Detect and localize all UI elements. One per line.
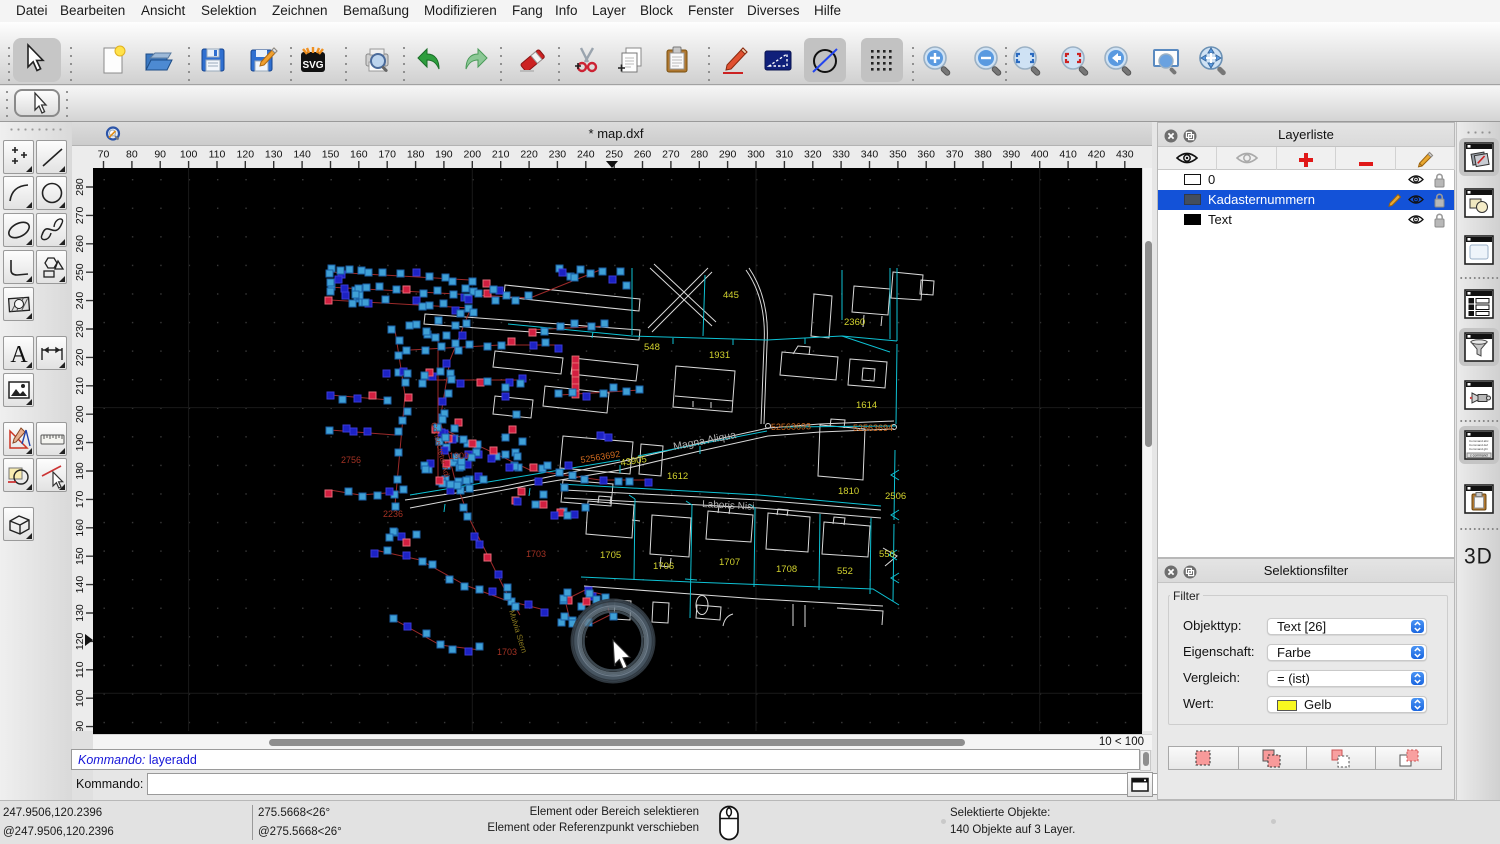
svg-text:430: 430 [1116, 149, 1134, 161]
svg-text:150: 150 [322, 149, 340, 161]
svg-text:70: 70 [98, 149, 110, 161]
svg-text:180: 180 [407, 149, 425, 161]
svg-text:290: 290 [719, 149, 737, 161]
svg-text:548: 548 [644, 342, 660, 353]
svg-text:190: 190 [74, 434, 86, 452]
svg-text:270: 270 [662, 149, 680, 161]
svg-text:2506: 2506 [885, 491, 906, 502]
svg-text:320: 320 [804, 149, 822, 161]
svg-text:1707: 1707 [719, 557, 740, 568]
svg-text:240: 240 [74, 292, 86, 310]
svg-text:370: 370 [946, 149, 964, 161]
svg-text:1708: 1708 [776, 564, 797, 575]
svg-text:52563693: 52563693 [771, 421, 811, 432]
svg-text:250: 250 [74, 263, 86, 281]
svg-text:2360: 2360 [844, 317, 865, 328]
svg-text:1614: 1614 [856, 400, 877, 411]
svg-text:80: 80 [126, 149, 138, 161]
svg-text:52563694: 52563694 [853, 423, 893, 433]
svg-text:130: 130 [265, 149, 283, 161]
svg-text:270: 270 [74, 206, 86, 224]
svg-text:c command: c command [1470, 454, 1488, 458]
svg-text:100: 100 [180, 149, 198, 161]
svg-text:90: 90 [74, 721, 86, 731]
svg-text:410: 410 [1059, 149, 1077, 161]
svg-text:260: 260 [74, 235, 86, 253]
svg-text:2756: 2756 [341, 455, 361, 465]
svg-text:Command ghi: Command ghi [1469, 447, 1488, 451]
svg-text:160: 160 [350, 149, 368, 161]
svg-text:380: 380 [974, 149, 992, 161]
svg-text:1703: 1703 [526, 549, 546, 559]
svg-text:300: 300 [747, 149, 765, 161]
svg-text:550: 550 [879, 549, 895, 560]
svg-text:250: 250 [605, 149, 623, 161]
svg-text:1612: 1612 [667, 471, 688, 482]
svg-text:230: 230 [549, 149, 567, 161]
svg-text:1703: 1703 [497, 647, 517, 657]
svg-text:280: 280 [74, 178, 86, 196]
svg-text:350: 350 [889, 149, 907, 161]
svg-text:240: 240 [577, 149, 595, 161]
svg-text:2236: 2236 [383, 509, 403, 519]
svg-text:150: 150 [74, 547, 86, 565]
svg-text:1705: 1705 [600, 550, 621, 561]
svg-text:140: 140 [74, 576, 86, 594]
svg-text:220: 220 [520, 149, 538, 161]
svg-text:120: 120 [237, 149, 255, 161]
svg-text:130: 130 [74, 604, 86, 622]
svg-text:210: 210 [492, 149, 510, 161]
svg-text:1706: 1706 [653, 561, 674, 572]
svg-text:552: 552 [837, 566, 853, 577]
svg-text:230: 230 [74, 320, 86, 338]
svg-text:390: 390 [1003, 149, 1021, 161]
svg-text:180: 180 [74, 462, 86, 480]
svg-text:420: 420 [1088, 149, 1106, 161]
svg-text:445: 445 [723, 290, 739, 301]
svg-text:1909: 1909 [449, 451, 469, 461]
svg-text:160: 160 [74, 519, 86, 537]
svg-text:330: 330 [832, 149, 850, 161]
svg-text:200: 200 [464, 149, 482, 161]
svg-text:260: 260 [634, 149, 652, 161]
svg-text:100: 100 [74, 689, 86, 707]
svg-text:190: 190 [435, 149, 453, 161]
svg-text:310: 310 [776, 149, 794, 161]
svg-text:220: 220 [74, 348, 86, 366]
svg-text:400: 400 [1031, 149, 1049, 161]
svg-text:1931: 1931 [709, 350, 730, 361]
svg-text:340: 340 [861, 149, 879, 161]
svg-text:90: 90 [154, 149, 166, 161]
svg-text:360: 360 [917, 149, 935, 161]
svg-text:110: 110 [209, 149, 226, 161]
svg-text:120: 120 [74, 632, 86, 650]
svg-text:170: 170 [378, 149, 396, 161]
svg-text:200: 200 [74, 405, 86, 423]
svg-text:110: 110 [74, 661, 86, 678]
svg-text:210: 210 [74, 377, 86, 395]
svg-text:280: 280 [691, 149, 709, 161]
svg-text:1810: 1810 [838, 486, 859, 497]
svg-text:SVG: SVG [302, 60, 323, 71]
svg-text:140: 140 [293, 149, 311, 161]
svg-text:170: 170 [74, 490, 86, 508]
